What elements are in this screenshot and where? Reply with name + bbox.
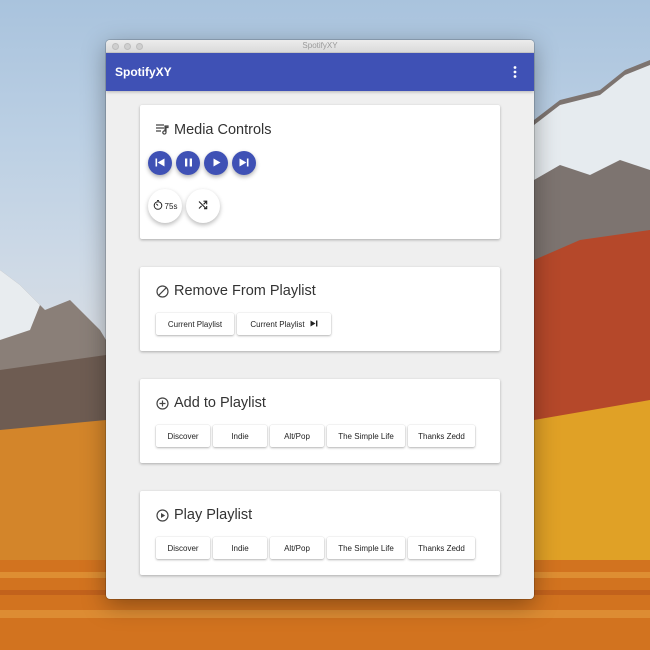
timer-label: 75s bbox=[164, 201, 178, 211]
play-icon bbox=[212, 154, 221, 172]
app-window: SpotifyXY SpotifyXY Media Controls 75s R… bbox=[106, 40, 534, 599]
remove-current-playlist-next-button[interactable]: Current Playlist bbox=[237, 313, 331, 335]
skip-next-icon bbox=[239, 154, 249, 172]
remove-current-playlist-button[interactable]: Current Playlist bbox=[156, 313, 234, 335]
block-icon bbox=[156, 284, 169, 298]
window-title: SpotifyXY bbox=[302, 41, 338, 50]
add-indie-button[interactable]: Indie bbox=[213, 425, 267, 447]
button-label: Alt/Pop bbox=[284, 431, 310, 441]
play-circle-icon bbox=[156, 508, 169, 522]
pause-button[interactable] bbox=[176, 151, 200, 175]
skip-previous-icon bbox=[155, 154, 165, 172]
pause-icon bbox=[184, 154, 193, 172]
button-label: The Simple Life bbox=[338, 543, 394, 553]
card-title: Media Controls bbox=[174, 122, 272, 138]
button-label: Thanks Zedd bbox=[418, 431, 465, 441]
window-titlebar[interactable]: SpotifyXY bbox=[106, 40, 534, 53]
button-label: Indie bbox=[231, 431, 249, 441]
card-title: Play Playlist bbox=[174, 507, 253, 523]
play-playlist-buttons: Discover Indie Alt/Pop The Simple Life T… bbox=[156, 537, 475, 559]
shuffle-icon bbox=[198, 197, 208, 215]
play-playlist-header: Play Playlist bbox=[156, 507, 252, 523]
next-button[interactable] bbox=[232, 151, 256, 175]
card-title: Remove From Playlist bbox=[174, 283, 316, 299]
add-playlist-buttons: Discover Indie Alt/Pop The Simple Life T… bbox=[156, 425, 475, 447]
skip-next-icon bbox=[310, 320, 318, 329]
add-alt-pop-button[interactable]: Alt/Pop bbox=[270, 425, 324, 447]
add-thanks-zedd-button[interactable]: Thanks Zedd bbox=[408, 425, 475, 447]
card-title: Add to Playlist bbox=[174, 395, 266, 411]
add-to-playlist-card: Add to Playlist Discover Indie Alt/Pop T… bbox=[140, 379, 500, 463]
button-label: Current Playlist bbox=[167, 319, 223, 329]
more-vert-icon[interactable] bbox=[508, 64, 522, 80]
button-label: Current Playlist bbox=[250, 319, 305, 329]
play-thanks-zedd-button[interactable]: Thanks Zedd bbox=[408, 537, 475, 559]
media-controls-card: Media Controls 75s bbox=[140, 105, 500, 239]
remove-buttons: Current Playlist Current Playlist bbox=[156, 313, 331, 335]
previous-button[interactable] bbox=[148, 151, 172, 175]
play-indie-button[interactable]: Indie bbox=[213, 537, 267, 559]
play-alt-pop-button[interactable]: Alt/Pop bbox=[270, 537, 324, 559]
button-label: Alt/Pop bbox=[284, 543, 310, 553]
play-playlist-card: Play Playlist Discover Indie Alt/Pop The… bbox=[140, 491, 500, 575]
remove-from-playlist-header: Remove From Playlist bbox=[156, 283, 316, 299]
shuffle-button[interactable] bbox=[186, 189, 220, 223]
button-label: Discover bbox=[167, 431, 199, 441]
app-bar: SpotifyXY bbox=[106, 53, 534, 91]
play-the-simple-life-button[interactable]: The Simple Life bbox=[327, 537, 405, 559]
timer-icon bbox=[153, 197, 163, 215]
app-title: SpotifyXY bbox=[115, 65, 172, 79]
add-discover-button[interactable]: Discover bbox=[156, 425, 210, 447]
play-button[interactable] bbox=[204, 151, 228, 175]
button-label: Thanks Zedd bbox=[418, 543, 465, 553]
add-circle-icon bbox=[156, 396, 169, 410]
add-the-simple-life-button[interactable]: The Simple Life bbox=[327, 425, 405, 447]
play-discover-button[interactable]: Discover bbox=[156, 537, 210, 559]
playlist-music-icon bbox=[156, 124, 169, 136]
remove-from-playlist-card: Remove From Playlist Current Playlist Cu… bbox=[140, 267, 500, 351]
sleep-timer-button[interactable]: 75s bbox=[148, 189, 182, 223]
media-controls-header: Media Controls bbox=[156, 122, 272, 138]
button-label: Indie bbox=[231, 543, 249, 553]
button-label: Discover bbox=[167, 543, 199, 553]
button-label: The Simple Life bbox=[338, 431, 394, 441]
add-to-playlist-header: Add to Playlist bbox=[156, 395, 266, 411]
